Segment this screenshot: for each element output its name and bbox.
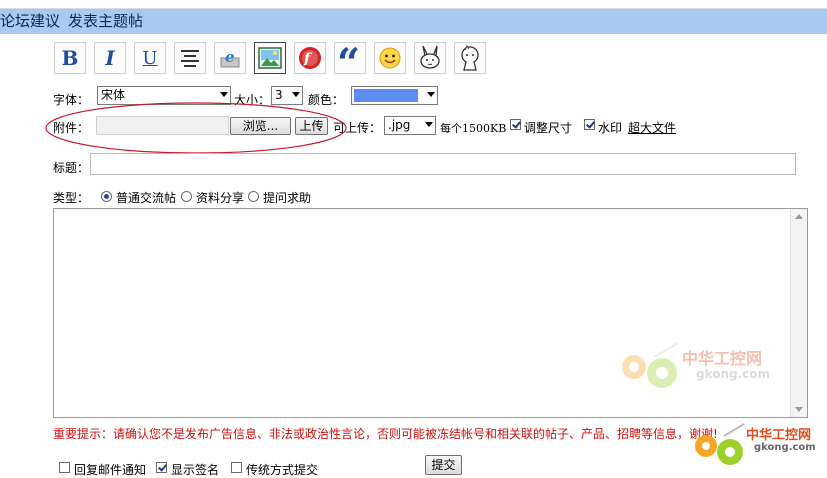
smiley-button[interactable] bbox=[374, 42, 406, 74]
color-swatch bbox=[354, 89, 418, 102]
show-signature-checkbox[interactable] bbox=[156, 462, 167, 473]
title-input[interactable] bbox=[90, 153, 796, 175]
quote-icon: “ bbox=[337, 47, 360, 69]
bold-button[interactable]: B bbox=[54, 42, 86, 74]
type-radio-1[interactable] bbox=[181, 191, 192, 202]
type-option-1: 资料分享 bbox=[196, 191, 245, 205]
type-label: 类型： bbox=[53, 191, 90, 205]
watermark-label: 水印 bbox=[598, 121, 623, 135]
svg-text:e: e bbox=[225, 48, 235, 66]
underline-button[interactable]: U bbox=[134, 42, 166, 74]
align-center-icon bbox=[181, 50, 199, 67]
title-label: 标题： bbox=[53, 161, 90, 175]
cat-emoticon-icon bbox=[461, 45, 479, 71]
underline-icon: U bbox=[142, 47, 158, 69]
traditional-submit-label: 传统方式提交 bbox=[246, 463, 319, 477]
corner-watermark-cn: 中华工控网 bbox=[746, 428, 812, 443]
watermark-logo: 中华工控网 gkong.com bbox=[614, 339, 794, 399]
watermark-cn: 中华工控网 bbox=[682, 349, 763, 368]
italic-icon: I bbox=[105, 46, 115, 70]
top-border bbox=[0, 0, 827, 9]
traditional-submit-checkbox[interactable] bbox=[231, 462, 242, 473]
italic-button[interactable]: I bbox=[94, 42, 126, 74]
rabbit-emoticon-button[interactable] bbox=[414, 42, 446, 74]
submit-button[interactable]: 提交 bbox=[425, 455, 462, 475]
important-notice: 重要提示：请确认您不是发布广告信息、非法或政治性言论，否则可能被冻结帐号和相关联… bbox=[53, 427, 718, 441]
flash-icon: f bbox=[299, 47, 321, 69]
corner-watermark-en: gkong.com bbox=[754, 442, 816, 453]
ie-link-icon: e bbox=[220, 48, 240, 68]
content-textarea[interactable]: 中华工控网 gkong.com bbox=[53, 208, 808, 418]
chevron-down-icon bbox=[292, 92, 300, 97]
insert-flash-button[interactable]: f bbox=[294, 42, 326, 74]
extension-value: .jpg bbox=[388, 118, 411, 132]
extension-select[interactable]: .jpg bbox=[384, 116, 436, 135]
gear-icon bbox=[695, 423, 745, 465]
watermark-en: gkong.com bbox=[696, 367, 771, 381]
gear-icon bbox=[622, 342, 679, 388]
insert-image-button[interactable] bbox=[254, 42, 286, 74]
rabbit-emoticon-icon bbox=[420, 45, 440, 69]
reply-email-label: 回复邮件通知 bbox=[74, 463, 147, 477]
quote-button[interactable]: “ bbox=[334, 42, 366, 74]
align-center-button[interactable] bbox=[174, 42, 206, 74]
chevron-down-icon bbox=[220, 92, 228, 97]
chevron-down-icon bbox=[425, 122, 433, 127]
type-option-0: 普通交流帖 bbox=[116, 191, 177, 205]
type-option-2: 提问求助 bbox=[263, 191, 312, 205]
type-radio-0[interactable] bbox=[101, 191, 112, 202]
breadcrumb[interactable]: 论坛建议 bbox=[0, 12, 60, 30]
type-radio-2[interactable] bbox=[248, 191, 259, 202]
scroll-up-icon[interactable] bbox=[795, 214, 803, 219]
resize-label: 调整尺寸 bbox=[524, 121, 573, 135]
large-file-link-text[interactable]: 超大文件 bbox=[628, 121, 676, 135]
reply-email-checkbox[interactable] bbox=[59, 462, 70, 473]
corner-watermark: 中华工控网 gkong.com bbox=[688, 418, 827, 478]
large-file-link[interactable]: 超大文件 bbox=[628, 119, 676, 136]
chevron-down-icon bbox=[427, 92, 435, 97]
show-signature-label: 显示签名 bbox=[171, 463, 220, 477]
svg-text:“: “ bbox=[337, 47, 360, 69]
image-icon bbox=[258, 47, 282, 69]
resize-checkbox[interactable] bbox=[510, 119, 521, 130]
page-header: 论坛建议 发表主题帖 bbox=[0, 9, 827, 34]
scroll-down-icon[interactable] bbox=[795, 407, 803, 412]
page-title: 发表主题帖 bbox=[68, 12, 144, 30]
size-limit-label: 每个1500KB bbox=[440, 122, 507, 135]
color-select[interactable] bbox=[351, 86, 438, 105]
highlight-ellipse bbox=[45, 102, 347, 154]
cat-emoticon-button[interactable] bbox=[454, 42, 486, 74]
smiley-icon bbox=[379, 47, 401, 69]
insert-link-button[interactable]: e bbox=[214, 42, 246, 74]
bold-icon: B bbox=[61, 46, 79, 70]
watermark-checkbox[interactable] bbox=[584, 119, 595, 130]
